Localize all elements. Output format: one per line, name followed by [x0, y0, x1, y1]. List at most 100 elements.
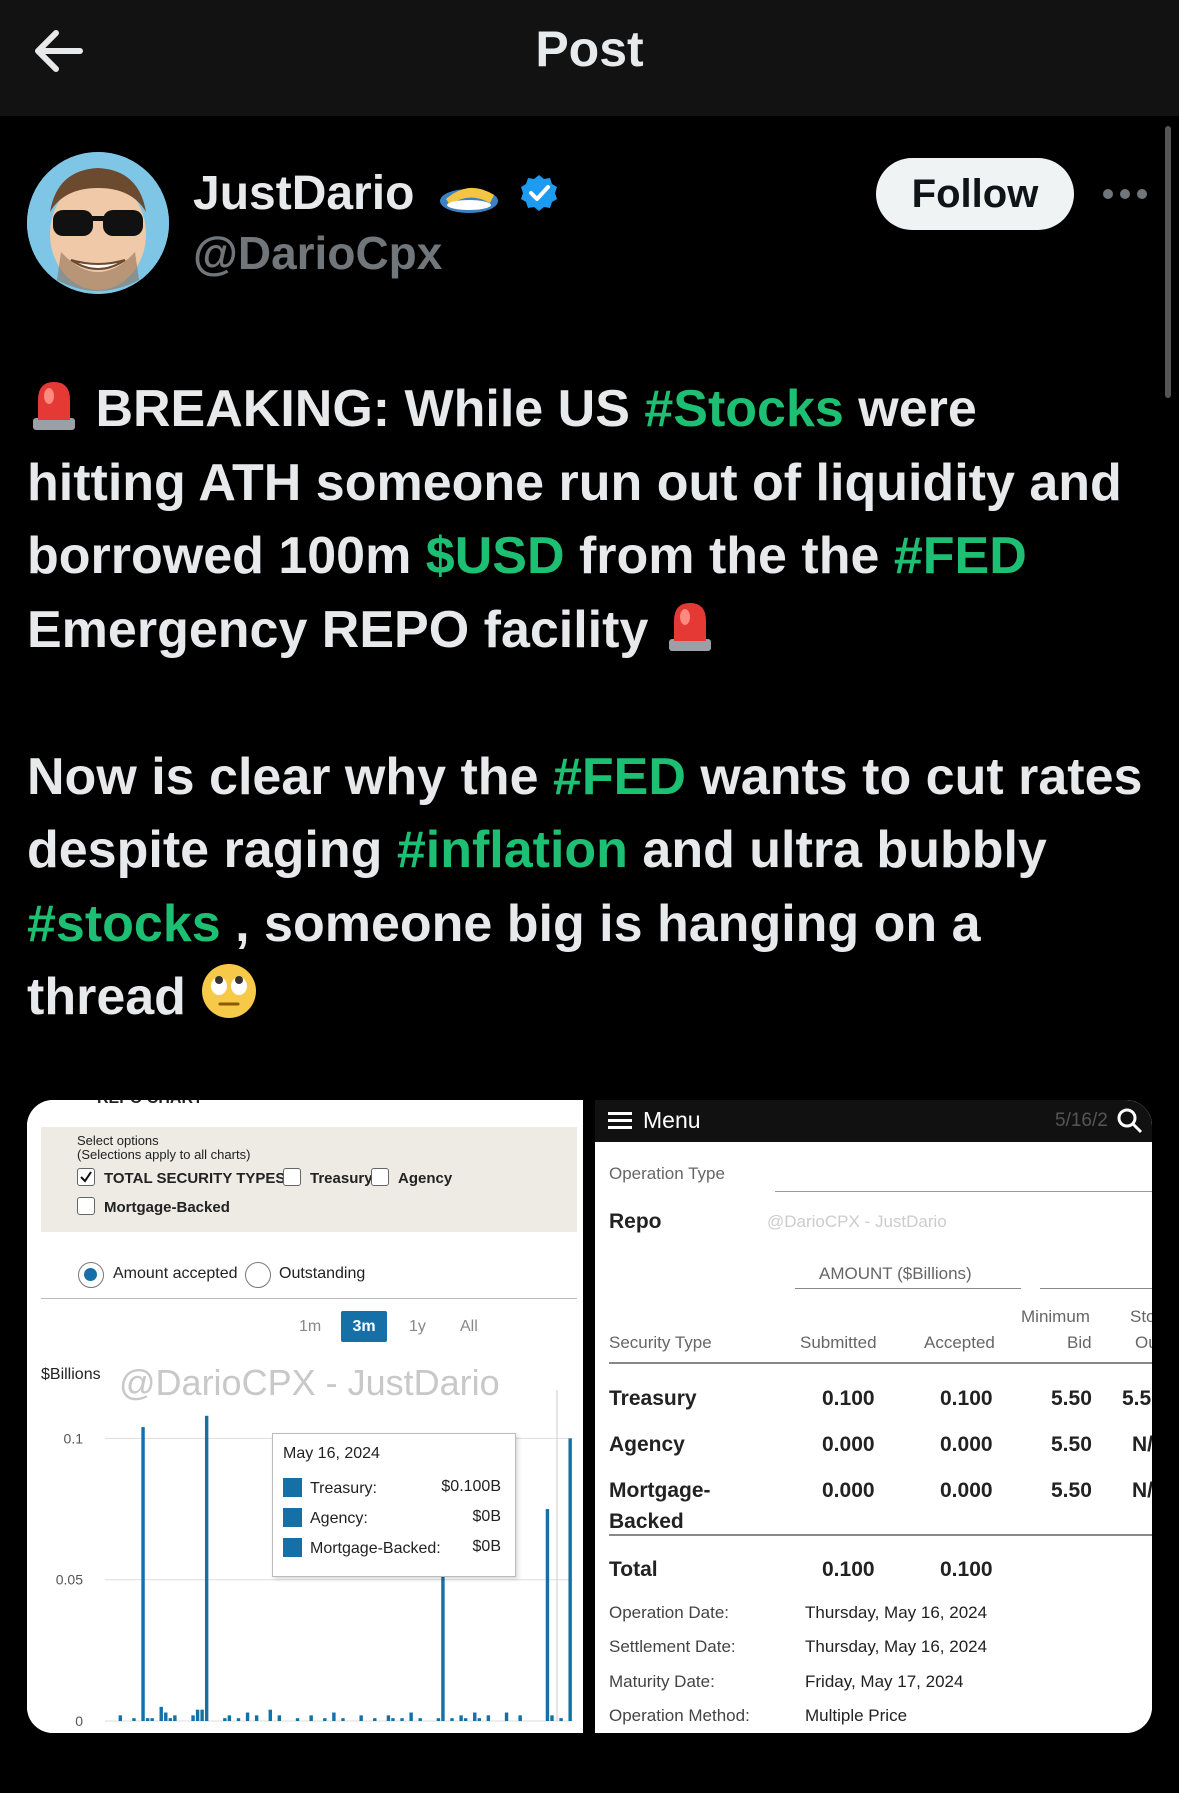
chart-bar: [150, 1718, 154, 1721]
column-header: Sto: [1130, 1307, 1152, 1326]
chart-bar: [168, 1718, 173, 1721]
chart-bar: [204, 1415, 209, 1721]
chart-bar: [254, 1715, 259, 1721]
author-handle[interactable]: @DarioCpx: [193, 226, 442, 280]
siren-emoji-icon: [33, 382, 75, 430]
row-accepted: 0.000: [940, 1433, 993, 1456]
legend-swatch: [283, 1508, 302, 1527]
y-tick-label: 0.1: [64, 1430, 84, 1446]
hashtag-link[interactable]: #FED: [553, 748, 686, 806]
chart-bar: [504, 1712, 509, 1721]
row-accepted: 0.000: [940, 1479, 993, 1502]
chart-bar: [268, 1709, 272, 1721]
column-header: Minimum: [1021, 1307, 1090, 1326]
chart-bar: [473, 1712, 477, 1721]
chart-bar: [332, 1712, 336, 1721]
divider: [775, 1191, 1152, 1192]
column-header: Accepted: [924, 1333, 995, 1352]
media-divider: [583, 1100, 595, 1733]
chart-bar: [141, 1427, 145, 1721]
row-type: Agency: [609, 1433, 685, 1456]
detail-label: Operation Method:: [609, 1706, 750, 1725]
search-icon[interactable]: [1117, 1108, 1143, 1134]
hashtag-link[interactable]: #Stocks: [644, 380, 843, 438]
avatar-image: [27, 152, 169, 294]
cashtag-link[interactable]: $USD: [426, 527, 565, 585]
row-type: Treasury: [609, 1387, 697, 1410]
row-submitted: 0.100: [822, 1387, 875, 1410]
menu-bar: Menu 5/16/2: [595, 1100, 1152, 1142]
chart-bar: [245, 1712, 250, 1721]
siren-emoji-icon: [668, 602, 711, 651]
eye-roll-emoji-icon: [202, 964, 257, 1018]
row-type: Mortgage-: [609, 1479, 711, 1502]
avatar[interactable]: [27, 152, 169, 294]
hamburger-menu-icon[interactable]: [608, 1110, 634, 1132]
total-accepted: 0.100: [940, 1558, 993, 1581]
chart-bar: [391, 1718, 395, 1721]
chart-bar: [191, 1715, 195, 1721]
chart-bar: [145, 1718, 150, 1721]
row-submitted: 0.000: [822, 1479, 875, 1502]
row-stop-out: 5.5: [1122, 1387, 1152, 1410]
chart-tooltip: May 16, 2024 Treasury: $0.100B Agency: $0B…: [272, 1433, 516, 1577]
detail-value: Multiple Price: [805, 1706, 908, 1725]
tooltip-row-mortgage-backed: Mortgage-Backed: $0B: [283, 1538, 507, 1558]
chart-bar: [359, 1715, 363, 1721]
chart-bar: [223, 1718, 227, 1721]
top-bar: Post: [0, 0, 1179, 116]
row-min-bid: 5.50: [1051, 1433, 1092, 1456]
author-name-row[interactable]: JustDario: [193, 166, 559, 221]
detail-label: Maturity Date:: [609, 1672, 715, 1691]
repo-bar-chart[interactable]: $Billions 0.1 0.05 0: [27, 1100, 583, 1733]
page-title: Post: [535, 21, 644, 77]
chart-bar: [486, 1715, 491, 1721]
hashtag-link[interactable]: #inflation: [397, 821, 628, 879]
chart-bar: [436, 1718, 441, 1721]
menu-label[interactable]: Menu: [643, 1107, 701, 1134]
chart-bar: [164, 1712, 168, 1721]
chart-bar: [518, 1715, 522, 1721]
post-media[interactable]: REPO CHART Select options (Selections ap…: [27, 1100, 1152, 1733]
media-image-operation-results[interactable]: Menu 5/16/2 Operation Type Repo @DarioCP…: [595, 1100, 1152, 1733]
row-min-bid: 5.50: [1051, 1479, 1092, 1502]
amount-header: AMOUNT ($Billions): [819, 1264, 972, 1283]
chart-bar: [409, 1712, 413, 1721]
chart-bar: [459, 1715, 463, 1721]
divider: [1040, 1288, 1152, 1289]
y-tick-label: 0: [75, 1713, 83, 1729]
column-header: Security Type: [609, 1333, 712, 1352]
chart-bar: [559, 1718, 563, 1721]
column-header: Bid: [1067, 1333, 1092, 1352]
post-text: BREAKING: While US #Stocks were hitting …: [27, 373, 1147, 1035]
scrollbar[interactable]: [1165, 126, 1171, 398]
hashtag-link[interactable]: #stocks: [27, 895, 221, 953]
post-text-segment: BREAKING: While US: [95, 380, 645, 438]
tooltip-value: $0B: [472, 1508, 501, 1525]
chart-bar: [236, 1718, 241, 1721]
chart-bar: [545, 1509, 550, 1721]
sunglasses-emoji-icon: [439, 187, 498, 213]
tooltip-value: $0.100B: [441, 1478, 501, 1495]
tooltip-date: May 16, 2024: [283, 1445, 380, 1462]
chart-bar: [568, 1438, 572, 1721]
display-name[interactable]: JustDario: [193, 167, 414, 220]
follow-button[interactable]: Follow: [876, 158, 1074, 230]
chart-bar: [309, 1715, 313, 1721]
detail-value: Thursday, May 16, 2024: [805, 1603, 988, 1622]
post-text-segment: Emergency REPO facility: [27, 600, 663, 659]
chart-bar: [195, 1709, 200, 1721]
chart-bar: [450, 1718, 454, 1721]
hashtag-link[interactable]: #FED: [894, 527, 1027, 585]
y-axis-label: $Billions: [41, 1366, 101, 1383]
chart-bar: [159, 1706, 163, 1721]
more-options-icon[interactable]: [1100, 174, 1150, 214]
tooltip-label: Agency:: [310, 1510, 368, 1527]
detail-label: Operation Date:: [609, 1603, 730, 1622]
row-type-line2: Backed: [609, 1510, 684, 1533]
media-image-repo-chart[interactable]: REPO CHART Select options (Selections ap…: [27, 1100, 583, 1733]
tooltip-row-treasury: Treasury: $0.100B: [283, 1478, 507, 1498]
chart-bar: [373, 1718, 377, 1721]
divider: [609, 1534, 1152, 1536]
